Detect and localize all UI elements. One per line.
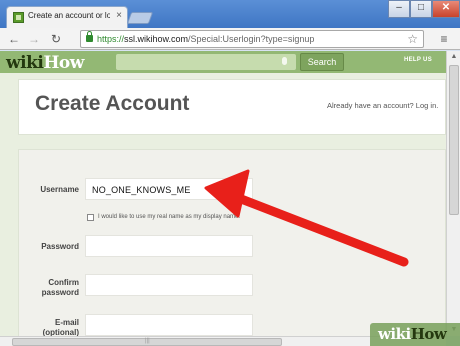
url-path: /Special:Userlogin?type=signup bbox=[188, 34, 315, 44]
maximize-icon: □ bbox=[417, 2, 425, 13]
search-button[interactable]: Search bbox=[300, 53, 344, 71]
maximize-button[interactable]: □ bbox=[410, 0, 432, 18]
vertical-scroll-thumb[interactable] bbox=[449, 65, 459, 215]
tab-create-account[interactable]: Create an account or log in × bbox=[6, 6, 128, 28]
lock-icon bbox=[86, 31, 93, 42]
wikihow-watermark-logo: wikiHow bbox=[370, 323, 460, 346]
username-value: NO_ONE_KNOWS_ME bbox=[92, 185, 191, 195]
realname-checkbox[interactable] bbox=[87, 214, 94, 221]
new-tab-button[interactable] bbox=[126, 12, 154, 24]
email-label-line2: (optional) bbox=[42, 328, 79, 336]
microphone-icon[interactable] bbox=[282, 57, 287, 65]
wikihow-logo[interactable]: wikiHow bbox=[6, 53, 84, 73]
browser-window: Create an account or log in × – □ ✕ ← → … bbox=[0, 0, 460, 346]
vertical-scrollbar[interactable]: ▲ ▼ bbox=[446, 51, 460, 336]
reload-button[interactable]: ↻ bbox=[48, 31, 64, 47]
close-window-button[interactable]: ✕ bbox=[432, 0, 460, 18]
login-link[interactable]: Already have an account? Log in. bbox=[327, 101, 438, 110]
forward-button[interactable]: → bbox=[26, 31, 42, 47]
url-text: https://ssl.wikihow.com/Special:Userlogi… bbox=[97, 34, 314, 44]
tab-title: Create an account or log in bbox=[28, 11, 110, 20]
password-label: Password bbox=[41, 242, 79, 251]
browser-menu-icon[interactable]: ≡ bbox=[436, 31, 452, 47]
wikihow-favicon-icon bbox=[13, 12, 24, 23]
signup-form: Username NO_ONE_KNOWS_ME I would like to… bbox=[18, 149, 446, 336]
browser-toolbar: ← → ↻ https://ssl.wikihow.com/Special:Us… bbox=[0, 28, 460, 50]
back-button[interactable]: ← bbox=[6, 31, 22, 47]
minimize-icon: – bbox=[396, 2, 402, 13]
close-icon: ✕ bbox=[441, 2, 451, 13]
help-us-link[interactable]: HELP US bbox=[404, 57, 432, 63]
username-field[interactable]: NO_ONE_KNOWS_ME bbox=[85, 178, 253, 200]
page-viewport: wikiHow Search HELP US Create Account Al… bbox=[0, 51, 446, 336]
address-bar[interactable]: https://ssl.wikihow.com/Special:Userlogi… bbox=[80, 30, 424, 48]
realname-checkbox-label: I would like to use my real name as my d… bbox=[98, 214, 241, 220]
scroll-up-arrow-icon[interactable]: ▲ bbox=[447, 51, 460, 63]
scroll-grip: ||| bbox=[145, 338, 150, 344]
tab-strip: Create an account or log in × – □ ✕ bbox=[0, 0, 460, 28]
email-field[interactable] bbox=[85, 314, 253, 336]
minimize-button[interactable]: – bbox=[388, 0, 410, 18]
page-title: Create Account bbox=[35, 92, 190, 115]
site-search-input[interactable] bbox=[116, 54, 296, 70]
confirm-password-field[interactable] bbox=[85, 274, 253, 296]
url-scheme: https:// bbox=[97, 34, 125, 44]
bookmark-star-icon[interactable]: ☆ bbox=[407, 32, 418, 46]
tab-close-icon[interactable]: × bbox=[116, 10, 122, 21]
url-host: ssl.wikihow.com bbox=[124, 34, 189, 44]
email-label-line1: E-mail bbox=[54, 318, 79, 327]
password-field[interactable] bbox=[85, 235, 253, 257]
confirm-password-label-line1: Confirm bbox=[48, 278, 79, 287]
username-label: Username bbox=[40, 185, 79, 194]
confirm-password-label-line2: password bbox=[41, 288, 79, 297]
title-card: Create Account Already have an account? … bbox=[18, 79, 446, 135]
site-header: wikiHow Search HELP US bbox=[0, 51, 446, 73]
